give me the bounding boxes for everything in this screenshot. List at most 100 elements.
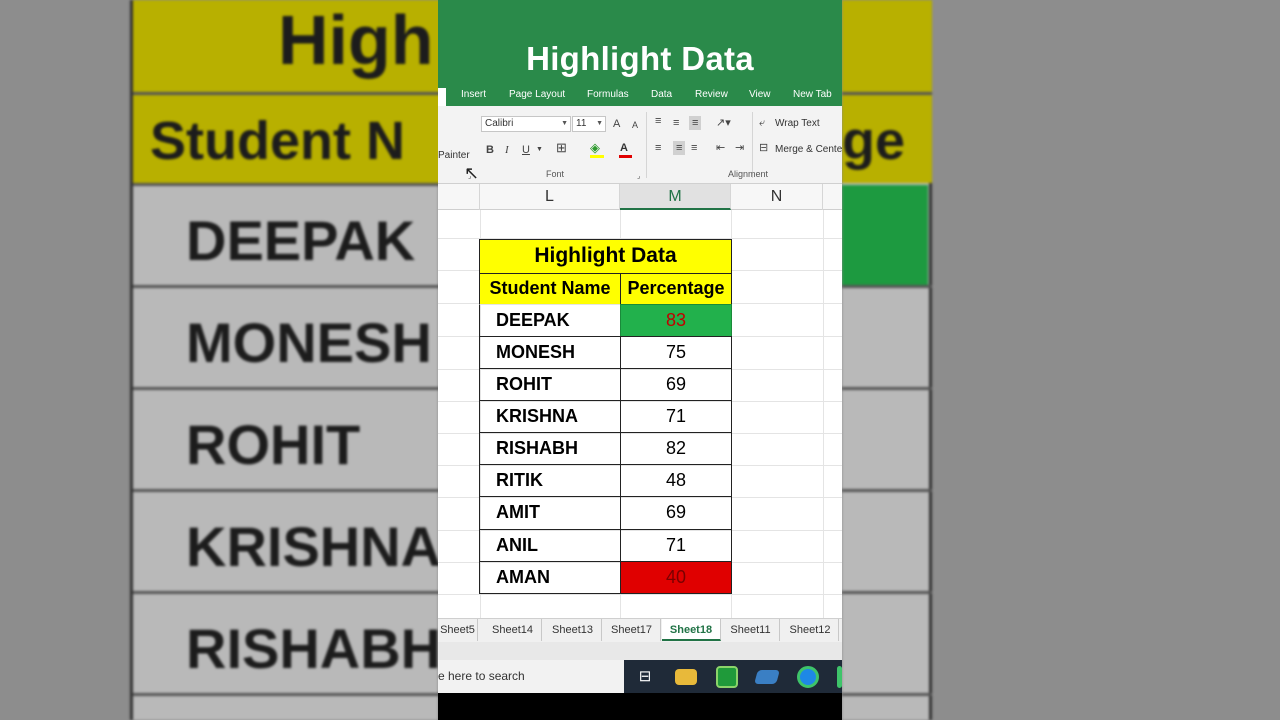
column-header-m[interactable]: M	[620, 184, 731, 210]
shrink-font-icon[interactable]: A	[632, 118, 638, 132]
student-name-cell[interactable]: RISHABH	[479, 432, 621, 465]
header-student-name[interactable]: Student Name	[479, 273, 621, 305]
student-name-cell[interactable]: DEEPAK	[479, 304, 621, 337]
bg-green-cell	[842, 185, 928, 285]
status-bar	[438, 642, 842, 660]
menu-review[interactable]: Review	[695, 89, 728, 100]
sheet-tab[interactable]: Sheet14	[484, 619, 542, 641]
student-name-cell[interactable]: KRISHNA	[479, 400, 621, 433]
bg-rule	[133, 285, 441, 288]
font-size-combo[interactable]: 11 ▼	[572, 116, 606, 132]
decrease-indent-icon[interactable]: ⇤	[716, 141, 725, 155]
percentage-cell-lowest[interactable]: 40	[620, 561, 732, 594]
group-divider	[646, 112, 647, 178]
excel-window: Highlight Data Insert Page Layout Formul…	[438, 0, 842, 720]
letterbox-bottom	[438, 693, 842, 720]
student-name-cell[interactable]: ROHIT	[479, 368, 621, 401]
bg-name: ROHIT	[186, 413, 361, 476]
bg-title-text: High	[278, 1, 434, 79]
bg-sheet-right	[842, 0, 932, 720]
video-frame: High Student N ge DEEPAK MONESH ROHIT KR…	[0, 0, 1280, 720]
percentage-cell[interactable]: 82	[620, 432, 732, 465]
table-title[interactable]: Highlight Data	[479, 239, 732, 274]
align-bottom-icon[interactable]: ≡	[689, 116, 702, 130]
menu-view[interactable]: View	[749, 89, 771, 100]
wrap-text-button[interactable]: Wrap Text	[775, 118, 820, 129]
sheet-tab[interactable]: Sheet12	[782, 619, 839, 641]
bg-name: DEEPAK	[186, 209, 416, 272]
percentage-cell[interactable]: 71	[620, 400, 732, 433]
percentage-cell[interactable]: 75	[620, 336, 732, 369]
mouse-cursor-icon: ↖	[464, 163, 480, 183]
format-painter-label[interactable]: Painter	[438, 150, 470, 161]
menu-new-tab[interactable]: New Tab	[793, 89, 832, 100]
edge-icon[interactable]	[797, 666, 819, 688]
font-name-value: Calibri	[485, 118, 514, 129]
percentage-cell[interactable]: 48	[620, 464, 732, 497]
sheet-tab-active[interactable]: Sheet18	[662, 619, 721, 641]
menu-data[interactable]: Data	[651, 89, 672, 100]
bg-header-text: Student N	[150, 111, 405, 171]
column-header-l[interactable]: L	[480, 184, 620, 210]
bg-name: RISHABH	[186, 617, 442, 680]
app-icon[interactable]	[837, 666, 842, 688]
bg-rule	[842, 693, 932, 696]
column-header-n[interactable]: N	[731, 184, 823, 210]
align-middle-icon[interactable]: ≡	[673, 116, 679, 130]
orientation-icon[interactable]: ↗▾	[716, 116, 731, 130]
percentage-cell[interactable]: 71	[620, 529, 732, 562]
bg-rule	[133, 591, 441, 594]
student-name-cell[interactable]: ANIL	[479, 529, 621, 562]
chevron-down-icon[interactable]: ▼	[536, 143, 543, 157]
percentage-cell-highest[interactable]: 83	[620, 304, 732, 337]
align-right-icon[interactable]: ≡	[691, 141, 697, 155]
menu-bar	[438, 88, 842, 106]
wrap-text-icon: ⤶	[759, 117, 766, 129]
camtasia-icon[interactable]	[716, 666, 738, 688]
italic-button[interactable]: I	[505, 143, 509, 157]
bg-name: MONESH	[186, 311, 432, 374]
column-header-k[interactable]	[438, 184, 480, 210]
file-explorer-icon[interactable]	[675, 669, 697, 685]
borders-icon[interactable]: ⊞	[556, 141, 567, 155]
fill-color-icon[interactable]: ◈	[590, 141, 600, 155]
menu-formulas[interactable]: Formulas	[587, 89, 629, 100]
menu-insert[interactable]: Insert	[461, 89, 486, 100]
task-view-icon[interactable]: ⊟	[634, 666, 656, 688]
bg-name: KRISHNA	[186, 515, 442, 578]
bg-rule	[842, 591, 932, 594]
increase-indent-icon[interactable]: ⇥	[735, 141, 744, 155]
header-percentage[interactable]: Percentage	[620, 273, 732, 305]
bg-rule	[133, 387, 441, 390]
align-center-icon[interactable]: ≡	[673, 141, 686, 155]
grid-line	[823, 210, 824, 618]
percentage-cell[interactable]: 69	[620, 368, 732, 401]
sheet-tab[interactable]: Sheet13	[544, 619, 602, 641]
dialog-launcher-icon[interactable]: ⌟	[637, 170, 640, 184]
student-name-cell[interactable]: MONESH	[479, 336, 621, 369]
fill-color-swatch	[590, 155, 604, 158]
sheet-tab[interactable]: Sheet11	[722, 619, 780, 641]
sheet-tab[interactable]: Sheet5	[438, 619, 478, 641]
bg-rule	[133, 489, 441, 492]
bg-right-margin	[932, 0, 1280, 720]
chevron-down-icon: ▼	[596, 120, 603, 127]
grow-font-icon[interactable]: A	[613, 117, 620, 131]
student-name-cell[interactable]: RITIK	[479, 464, 621, 497]
merge-center-button[interactable]: Merge & Cente	[775, 144, 842, 155]
sheet-tab[interactable]: Sheet17	[603, 619, 661, 641]
align-top-icon[interactable]: ≡	[655, 114, 661, 128]
student-name-cell[interactable]: AMIT	[479, 496, 621, 530]
dialog-launcher-icon[interactable]: ⌟	[468, 170, 471, 184]
underline-button[interactable]: U	[522, 143, 530, 157]
percentage-cell[interactable]: 69	[620, 496, 732, 530]
student-name-cell[interactable]: AMAN	[479, 561, 621, 594]
bg-rule	[842, 285, 932, 288]
bold-button[interactable]: B	[486, 143, 494, 157]
font-name-combo[interactable]: Calibri ▼	[481, 116, 571, 132]
taskbar-search-box[interactable]: e here to search	[438, 660, 624, 693]
align-left-icon[interactable]: ≡	[655, 141, 661, 155]
app-icon[interactable]	[754, 670, 780, 684]
menu-page-layout[interactable]: Page Layout	[509, 89, 565, 100]
font-color-icon[interactable]: A	[620, 141, 628, 155]
